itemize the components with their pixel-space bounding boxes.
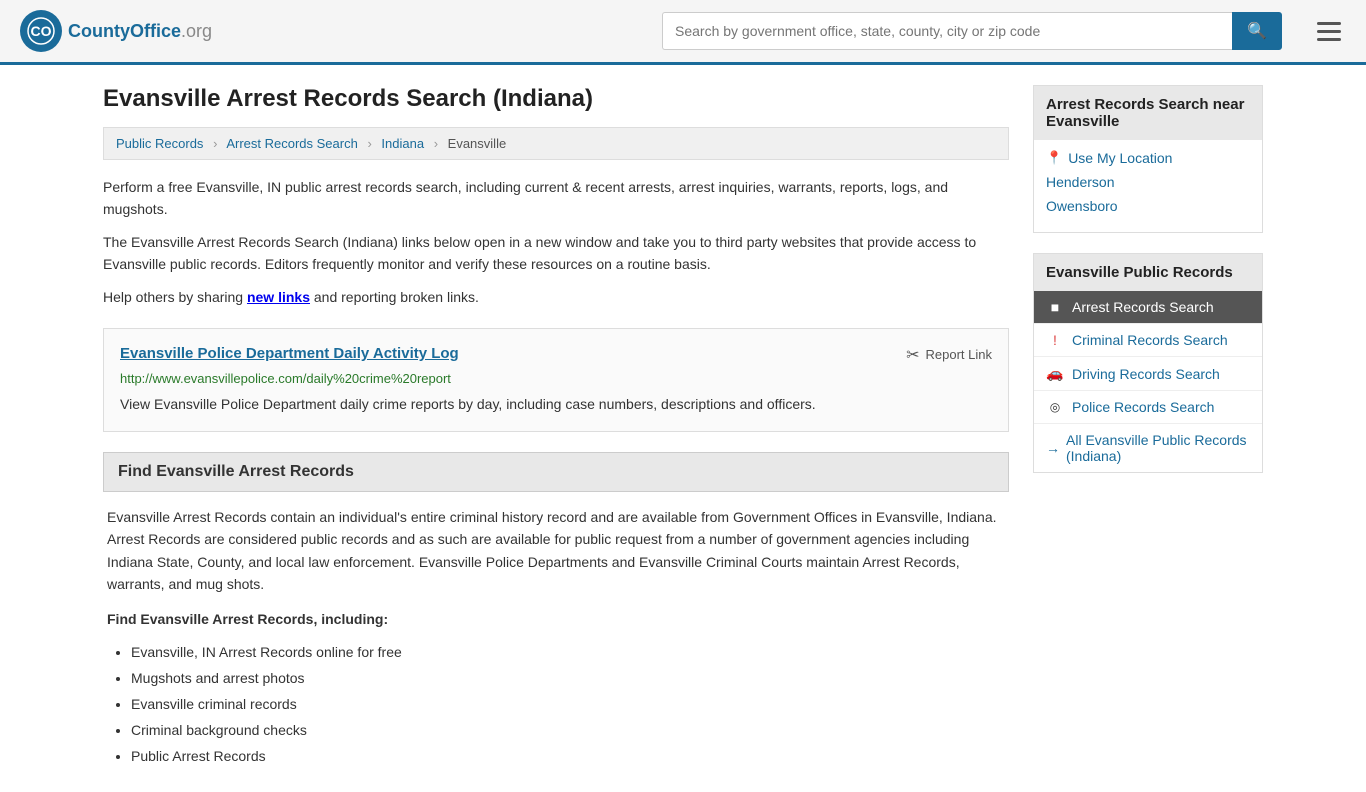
report-link-button[interactable]: ✂ Report Link bbox=[906, 345, 992, 365]
owensboro-link-item: Owensboro bbox=[1046, 198, 1250, 214]
link-description: View Evansville Police Department daily … bbox=[120, 394, 992, 415]
link-card: Evansville Police Department Daily Activ… bbox=[103, 328, 1009, 432]
breadcrumb-sep-1: › bbox=[213, 136, 217, 151]
police-records-icon: ◎ bbox=[1046, 400, 1064, 414]
find-bullet-list: Evansville, IN Arrest Records online for… bbox=[107, 642, 1005, 767]
logo-org: .org bbox=[181, 21, 212, 41]
content-area: Evansville Arrest Records Search (Indian… bbox=[103, 85, 1009, 772]
breadcrumb-sep-3: › bbox=[434, 136, 438, 151]
breadcrumb-arrest-records[interactable]: Arrest Records Search bbox=[226, 136, 358, 151]
owensboro-link[interactable]: Owensboro bbox=[1046, 198, 1250, 214]
link-card-header: Evansville Police Department Daily Activ… bbox=[120, 345, 992, 365]
all-records-link[interactable]: All Evansville Public Records (Indiana) bbox=[1066, 432, 1250, 464]
use-my-location-link[interactable]: Use My Location bbox=[1068, 150, 1172, 166]
police-records-link[interactable]: Police Records Search bbox=[1072, 399, 1214, 415]
site-header: CO CountyOffice.org 🔍 bbox=[0, 0, 1366, 65]
henderson-link[interactable]: Henderson bbox=[1046, 174, 1250, 190]
location-pin-icon: 📍 bbox=[1046, 150, 1062, 166]
arrow-icon: → bbox=[1046, 440, 1060, 456]
sidebar-nearby-title: Arrest Records Search near Evansville bbox=[1034, 86, 1262, 140]
breadcrumb-sep-2: › bbox=[367, 136, 371, 151]
use-my-location-item[interactable]: 📍 Use My Location bbox=[1046, 150, 1250, 166]
henderson-link-item: Henderson bbox=[1046, 174, 1250, 190]
sidebar: Arrest Records Search near Evansville 📍 … bbox=[1033, 85, 1263, 772]
list-item: Mugshots and arrest photos bbox=[131, 668, 1005, 689]
driving-records-icon: 🚗 bbox=[1046, 365, 1064, 382]
list-item: Public Arrest Records bbox=[131, 746, 1005, 767]
logo-icon: CO bbox=[20, 10, 62, 52]
search-button[interactable]: 🔍 bbox=[1232, 12, 1282, 50]
hamburger-line-2 bbox=[1317, 30, 1341, 33]
breadcrumb: Public Records › Arrest Records Search ›… bbox=[103, 127, 1009, 160]
breadcrumb-evansville: Evansville bbox=[448, 136, 507, 151]
driving-records-link[interactable]: Driving Records Search bbox=[1072, 366, 1220, 382]
find-bold-label: Find Evansville Arrest Records, includin… bbox=[107, 608, 1005, 630]
intro-para-3-after: and reporting broken links. bbox=[310, 289, 479, 305]
find-section-content: Evansville Arrest Records contain an ind… bbox=[103, 506, 1009, 767]
report-link-label: Report Link bbox=[926, 347, 992, 362]
intro-para-2: The Evansville Arrest Records Search (In… bbox=[103, 231, 1009, 276]
sidebar-public-records-section: Evansville Public Records ■ Arrest Recor… bbox=[1033, 253, 1263, 473]
search-icon: 🔍 bbox=[1247, 23, 1267, 40]
sidebar-nearby-body: 📍 Use My Location Henderson Owensboro bbox=[1034, 140, 1262, 232]
find-section-header: Find Evansville Arrest Records bbox=[103, 452, 1009, 492]
search-bar: 🔍 bbox=[662, 12, 1282, 50]
link-url[interactable]: http://www.evansvillepolice.com/daily%20… bbox=[120, 371, 992, 386]
sidebar-nav-police-records[interactable]: ◎ Police Records Search bbox=[1034, 391, 1262, 424]
sidebar-nav-arrest-records[interactable]: ■ Arrest Records Search bbox=[1034, 291, 1262, 324]
sidebar-public-records-title: Evansville Public Records bbox=[1034, 254, 1262, 291]
intro-para-1: Perform a free Evansville, IN public arr… bbox=[103, 176, 1009, 221]
hamburger-line-1 bbox=[1317, 22, 1341, 25]
svg-text:CO: CO bbox=[31, 23, 52, 39]
intro-para-3-before: Help others by sharing bbox=[103, 289, 247, 305]
logo-text: CountyOffice.org bbox=[68, 21, 212, 42]
scissors-icon: ✂ bbox=[906, 345, 919, 365]
arrest-records-icon: ■ bbox=[1046, 299, 1064, 315]
arrest-records-label: Arrest Records Search bbox=[1072, 299, 1214, 315]
criminal-records-link[interactable]: Criminal Records Search bbox=[1072, 332, 1228, 348]
sidebar-nav-criminal-records[interactable]: ! Criminal Records Search bbox=[1034, 324, 1262, 357]
logo-office: Office bbox=[130, 21, 181, 41]
criminal-records-icon: ! bbox=[1046, 332, 1064, 348]
page-title: Evansville Arrest Records Search (Indian… bbox=[103, 85, 1009, 113]
link-card-title[interactable]: Evansville Police Department Daily Activ… bbox=[120, 345, 459, 362]
logo-link[interactable]: CO CountyOffice.org bbox=[20, 10, 212, 52]
sidebar-nav-driving-records[interactable]: 🚗 Driving Records Search bbox=[1034, 357, 1262, 391]
breadcrumb-public-records[interactable]: Public Records bbox=[116, 136, 203, 151]
all-records-link-item[interactable]: → All Evansville Public Records (Indiana… bbox=[1034, 424, 1262, 472]
list-item: Evansville, IN Arrest Records online for… bbox=[131, 642, 1005, 663]
hamburger-line-3 bbox=[1317, 38, 1341, 41]
intro-para-3: Help others by sharing new links and rep… bbox=[103, 286, 1009, 308]
logo-brand: County bbox=[68, 21, 130, 41]
main-container: Evansville Arrest Records Search (Indian… bbox=[83, 65, 1283, 792]
search-input[interactable] bbox=[662, 12, 1232, 50]
new-links-link[interactable]: new links bbox=[247, 289, 310, 305]
list-item: Criminal background checks bbox=[131, 720, 1005, 741]
breadcrumb-indiana[interactable]: Indiana bbox=[381, 136, 424, 151]
sidebar-nearby-section: Arrest Records Search near Evansville 📍 … bbox=[1033, 85, 1263, 233]
hamburger-menu-button[interactable] bbox=[1312, 17, 1346, 46]
list-item: Evansville criminal records bbox=[131, 694, 1005, 715]
find-para-1: Evansville Arrest Records contain an ind… bbox=[107, 506, 1005, 596]
